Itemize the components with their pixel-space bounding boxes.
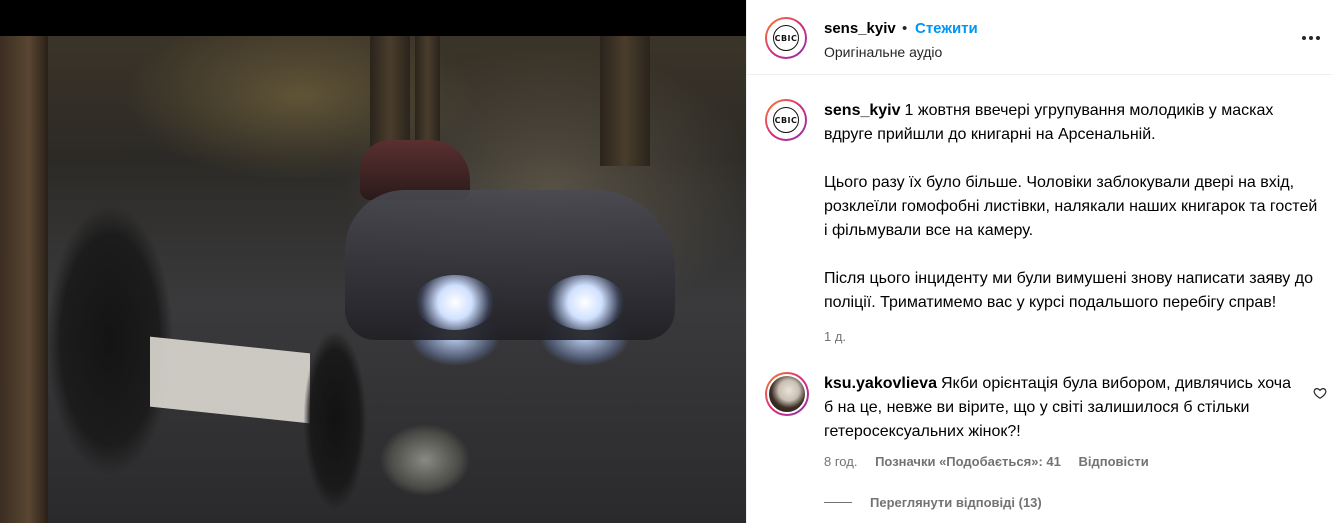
author-avatar[interactable]: СВІС	[765, 17, 807, 59]
commenter-avatar[interactable]	[765, 372, 809, 416]
comment-timestamp[interactable]: 8 год.	[824, 454, 857, 469]
tree-trunk	[600, 36, 650, 166]
more-options-button[interactable]	[1299, 26, 1323, 50]
view-replies-button[interactable]: Переглянути відповіді (13)	[824, 495, 1042, 510]
post-media[interactable]	[0, 0, 746, 523]
comment-meta: 8 год. Позначки «Подобається»: 41 Відпов…	[824, 454, 1163, 469]
avatar-logo: СВІС	[773, 25, 799, 51]
caption-author[interactable]: sens_kyiv	[824, 102, 901, 119]
like-heart-icon[interactable]	[1313, 386, 1327, 400]
view-replies-label: Переглянути відповіді (13)	[870, 495, 1042, 510]
planter	[375, 420, 475, 523]
comment-body: ksu.yakovlieva Якби орієнтація була вибор…	[824, 372, 1294, 444]
author-username[interactable]: sens_kyiv	[824, 20, 896, 37]
replies-divider	[824, 502, 852, 503]
headlight	[545, 275, 625, 330]
comment-author[interactable]: ksu.yakovlieva	[824, 375, 937, 392]
caption-author-avatar[interactable]: СВІС	[765, 99, 807, 141]
separator-dot: •	[902, 20, 908, 37]
avatar-inner: СВІС	[767, 101, 805, 139]
caption-paragraph: Цього разу їх було більше. Чоловіки забл…	[824, 174, 1318, 239]
caption-paragraph: sens_kyiv 1 жовтня ввечері угрупування мо…	[824, 99, 1324, 147]
headlight	[415, 275, 495, 330]
avatar-logo: СВІС	[773, 107, 799, 133]
person	[300, 310, 370, 523]
post-details-panel: СВІС sens_kyiv • Стежити Оригінальне ауд…	[746, 0, 1332, 523]
audio-label[interactable]: Оригінальне аудіо	[824, 44, 942, 60]
post-header: СВІС sens_kyiv • Стежити Оригінальне ауд…	[747, 0, 1332, 75]
caption-timestamp[interactable]: 1 д.	[824, 329, 846, 344]
caption-paragraph: Після цього інциденту ми були вимушені з…	[824, 270, 1313, 311]
comment-likes[interactable]: Позначки «Подобається»: 41	[875, 454, 1061, 469]
follow-button[interactable]: Стежити	[915, 20, 978, 37]
avatar-inner	[767, 374, 807, 414]
car	[345, 190, 675, 340]
avatar-inner: СВІС	[767, 19, 805, 57]
more-horizontal-icon	[1302, 36, 1320, 40]
caption-body: sens_kyiv 1 жовтня ввечері угрупування мо…	[824, 99, 1324, 315]
reply-button[interactable]: Відповісти	[1078, 454, 1148, 469]
